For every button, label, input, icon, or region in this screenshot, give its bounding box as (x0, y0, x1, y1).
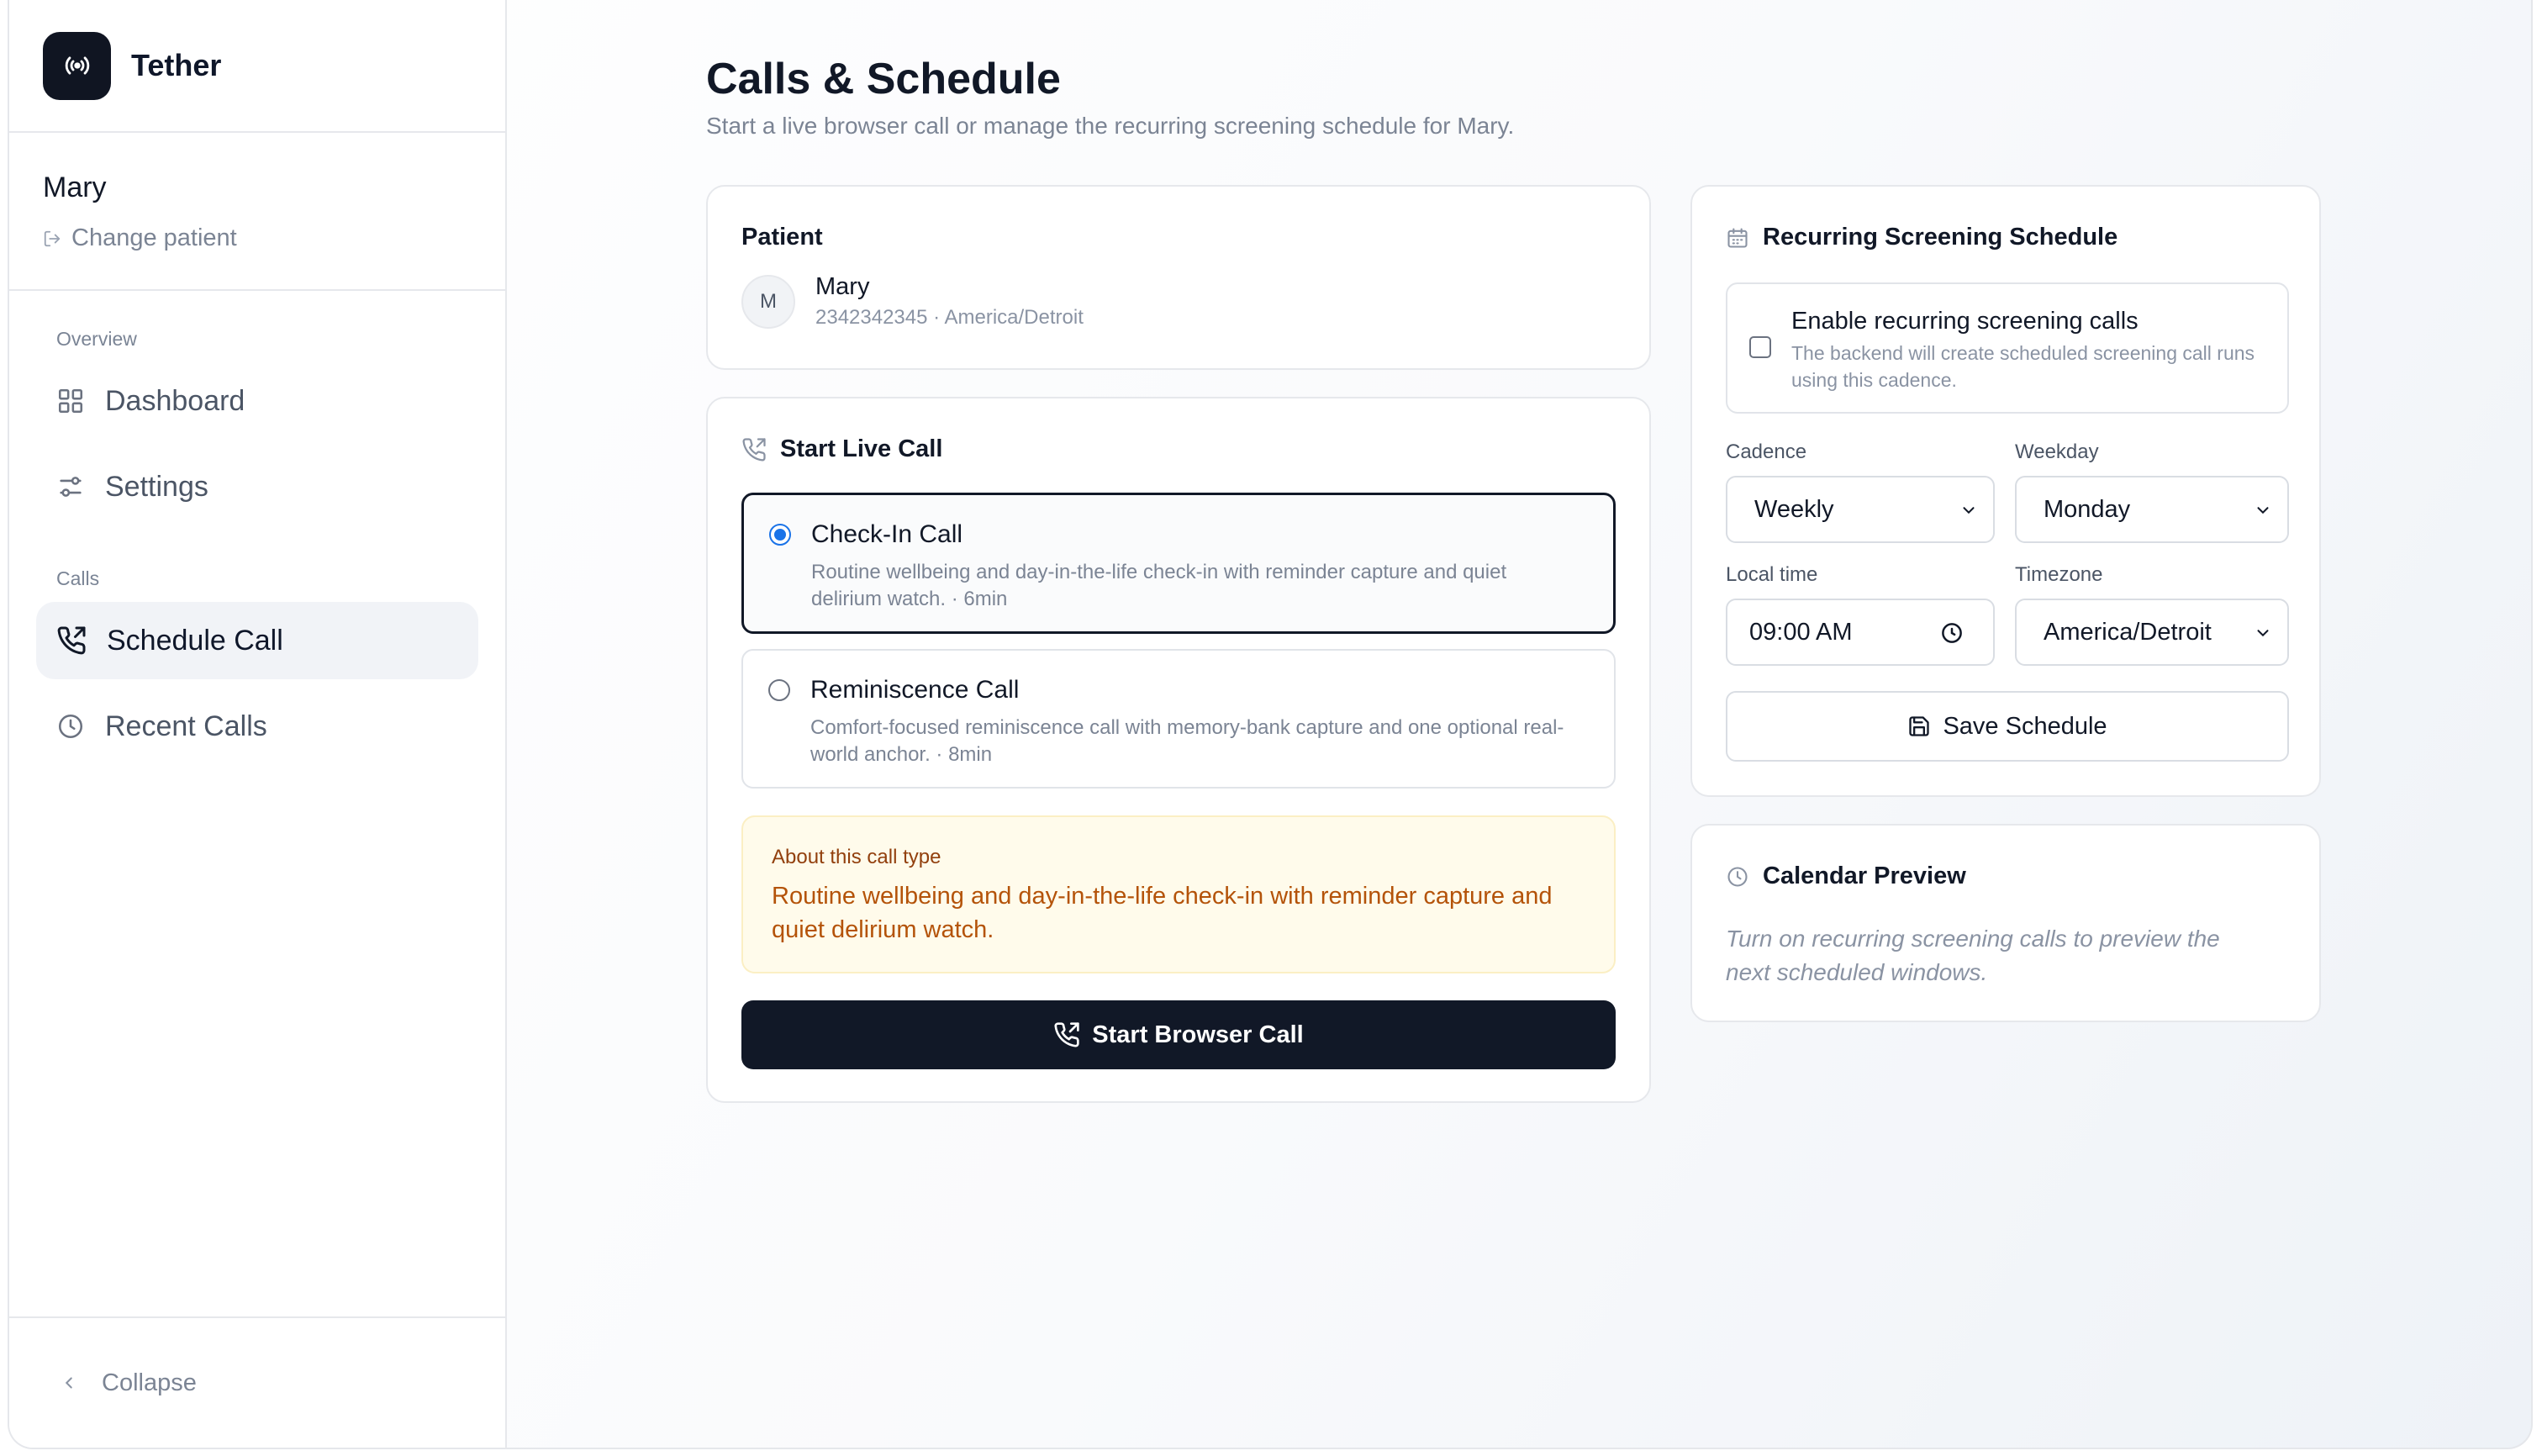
save-schedule-label: Save Schedule (1943, 712, 2107, 740)
about-label: About this call type (772, 846, 941, 868)
sidebar-item-settings[interactable]: Settings (36, 448, 478, 525)
sidebar-item-schedule-call[interactable]: Schedule Call (36, 602, 478, 679)
sidebar-patient-name: Mary (43, 171, 107, 203)
schedule-title-row: Recurring Screening Schedule (1726, 224, 2286, 251)
radio-check-in[interactable] (769, 524, 791, 546)
sidebar-item-dashboard[interactable]: Dashboard (36, 362, 478, 440)
patient-card: Patient M Mary 2342342345 · America/Detr… (706, 185, 1651, 370)
sidebar-item-label: Dashboard (105, 384, 245, 417)
sidebar-item-label: Schedule Call (107, 624, 283, 657)
page-subtitle: Start a live browser call or manage the … (706, 113, 1515, 139)
timezone-select[interactable]: America/Detroit (2015, 599, 2289, 666)
schedule-title: Recurring Screening Schedule (1763, 224, 2118, 251)
option-title: Check-In Call (811, 520, 963, 548)
sidebar-item-label: Recent Calls (105, 710, 267, 742)
calendar-icon (1727, 227, 1748, 248)
weekday-label: Weekday (2015, 440, 2099, 463)
weekday-value: Monday (2044, 495, 2131, 523)
collapse-button[interactable]: Collapse (9, 1316, 505, 1448)
clock-icon (1727, 866, 1748, 887)
broadcast-icon (43, 31, 111, 100)
sliders-icon (60, 477, 82, 497)
chevron-down-icon (1963, 507, 1975, 514)
collapse-label: Collapse (102, 1369, 197, 1396)
chevron-down-icon (2257, 507, 2269, 514)
local-time-label: Local time (1726, 563, 1818, 586)
patient-info: Mary 2342342345 · America/Detroit (815, 273, 1084, 330)
radio-reminiscence[interactable] (768, 679, 790, 701)
start-browser-call-button[interactable]: Start Browser Call (741, 1000, 1616, 1069)
timezone-label: Timezone (2015, 563, 2103, 586)
change-patient-link[interactable]: Change patient (43, 224, 505, 252)
phone-outgoing-icon (57, 626, 86, 655)
enable-recurring-checkbox[interactable] (1749, 336, 1771, 358)
sidebar-item-recent-calls[interactable]: Recent Calls (36, 688, 478, 765)
phone-outgoing-icon (1054, 1022, 1079, 1047)
option-description: Routine wellbeing and day-in-the-life ch… (811, 561, 1507, 610)
cadence-value: Weekly (1754, 495, 1834, 523)
page-title: Calls & Schedule (706, 55, 1061, 103)
nav-heading-overview: Overview (56, 328, 137, 350)
patient-switcher: Mary Change patient (9, 133, 505, 291)
preview-empty-text: Turn on recurring screening calls to pre… (1726, 926, 2220, 985)
call-type-option-reminiscence[interactable]: Reminiscence Call Comfort-focused remini… (741, 649, 1616, 789)
patient-row: M Mary 2342342345 · America/Detroit (741, 273, 1616, 330)
weekday-select[interactable]: Monday (2015, 476, 2289, 543)
calendar-preview-card: Calendar Preview Turn on recurring scree… (1690, 824, 2321, 1022)
patient-card-title: Patient (741, 224, 823, 251)
enable-description: The backend will create scheduled screen… (1791, 342, 2255, 391)
patient-meta: 2342342345 · America/Detroit (815, 306, 1084, 329)
nav-heading-calls: Calls (56, 567, 100, 589)
local-time-value: 09:00 AM (1749, 618, 1853, 646)
clock-icon (58, 714, 83, 739)
save-schedule-button[interactable]: Save Schedule (1726, 691, 2289, 762)
option-title: Reminiscence Call (810, 676, 1020, 704)
avatar: M (741, 274, 795, 329)
sidebar: Tether Mary Change patient Overview Dash… (9, 0, 507, 1448)
preview-title: Calendar Preview (1763, 863, 1966, 889)
local-time-input[interactable]: 09:00 AM (1726, 599, 1995, 666)
cadence-label: Cadence (1726, 440, 1807, 463)
nav-calls: Calls Schedule Call Recent Calls (9, 567, 505, 765)
enable-title: Enable recurring screening calls (1791, 308, 2139, 335)
timezone-value: America/Detroit (2044, 618, 2212, 646)
main-content: Calls & Schedule Start a live browser ca… (507, 0, 2531, 1448)
app-name: Tether (131, 48, 222, 82)
live-call-title: Start Live Call (780, 435, 943, 462)
cadence-select[interactable]: Weekly (1726, 476, 1995, 543)
recurring-schedule-card: Recurring Screening Schedule Enable recu… (1690, 185, 2321, 797)
about-call-type: About this call type Routine wellbeing a… (741, 815, 1616, 973)
nav-overview: Overview Dashboard Settings (9, 328, 505, 525)
chevron-down-icon (2257, 630, 2269, 637)
brand: Tether (9, 0, 505, 133)
save-icon (1909, 716, 1930, 736)
chevron-left-icon (65, 1377, 72, 1389)
start-browser-call-label: Start Browser Call (1092, 1021, 1304, 1048)
sidebar-item-label: Settings (105, 470, 208, 503)
app-window: Tether Mary Change patient Overview Dash… (8, 0, 2533, 1449)
logout-icon (44, 230, 61, 246)
live-call-title-row: Start Live Call (741, 435, 1616, 463)
change-patient-label: Change patient (71, 224, 237, 251)
clock-icon[interactable] (1939, 620, 1965, 646)
phone-outgoing-icon (742, 437, 766, 461)
grid-icon (58, 388, 83, 414)
about-text: Routine wellbeing and day-in-the-life ch… (772, 883, 1553, 943)
patient-name: Mary (815, 273, 870, 300)
enable-recurring-toggle[interactable]: Enable recurring screening calls The bac… (1726, 282, 2289, 414)
preview-title-row: Calendar Preview (1726, 863, 2286, 890)
start-live-call-card: Start Live Call Check-In Call Routine we… (706, 397, 1651, 1103)
option-description: Comfort-focused reminiscence call with m… (810, 716, 1564, 766)
call-type-option-check-in[interactable]: Check-In Call Routine wellbeing and day-… (741, 493, 1616, 634)
